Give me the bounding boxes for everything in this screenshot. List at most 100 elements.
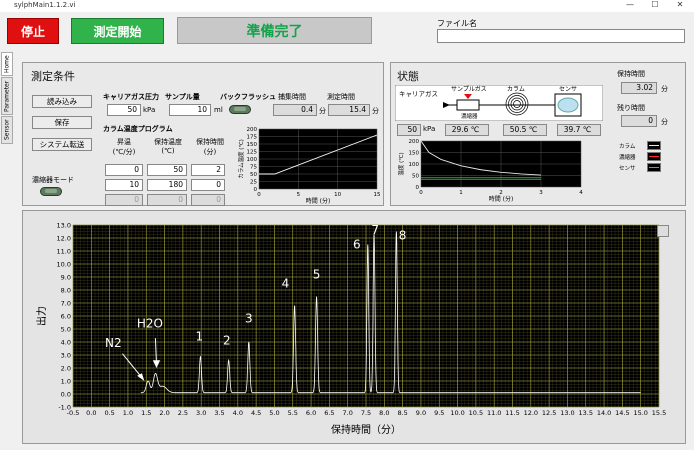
program-temp-2[interactable]: 180 [147,179,187,191]
x-tick-label: 0 [257,192,261,198]
measure-time-value: 15.4 [328,104,370,116]
x-tick-label: 6.0 [306,409,316,417]
status-title: 状態 [397,70,419,83]
status-indicator: 準備完了 [177,17,372,44]
column-program-label: カラム温度プログラム [103,125,173,133]
sample-volume-input[interactable]: 10 [169,104,211,116]
retention-time-value: 3.02 [621,82,657,94]
program-hold-2[interactable]: 0 [191,179,225,191]
start-measurement-button[interactable]: 測定開始 [71,18,164,44]
x-tick-label: 13.5 [579,409,593,417]
carrier-pressure-label: キャリアガス圧力 [103,93,159,101]
x-tick-label: 1.0 [123,409,133,417]
concentrator-temp-readout: 29.6 ℃ [445,124,489,136]
y-tick-label: 0 [416,185,420,191]
program-temp-1[interactable]: 50 [147,164,187,176]
program-rate-2[interactable]: 10 [105,179,143,191]
y-tick-label: 0 [254,187,258,193]
x-tick-label: 3.0 [196,409,206,417]
close-icon[interactable]: ✕ [670,0,690,9]
program-rate-1[interactable]: 0 [105,164,143,176]
x-tick-label: 5.0 [269,409,279,417]
concentrator-label: 濃縮器 [461,114,478,120]
peak-label: 4 [282,276,290,290]
x-tick-label: 0 [419,190,423,196]
y-tick-label: 50 [250,172,257,178]
y-tick-label: 75 [250,165,257,171]
y-axis-label: 出力 [35,306,48,326]
app-window: sylphMain1.1.2.vi — ☐ ✕ 停止 測定開始 準備完了 ファイ… [0,0,694,450]
y-tick-label: 4.0 [61,339,71,347]
x-tick-label: 9.0 [416,409,426,417]
tab-sensor[interactable]: Sensor [1,116,13,144]
y-tick-label: 10.0 [57,261,71,269]
peak-label: 7 [371,223,379,237]
y-tick-label: 5.0 [61,326,71,334]
x-tick-label: 4.5 [251,409,261,417]
tab-parameter[interactable]: Parameter [1,77,13,115]
x-tick-label: 12.0 [524,409,538,417]
file-name-input[interactable] [437,29,685,43]
x-axis-label: 時間 (分) [489,195,514,203]
minimize-icon[interactable]: — [620,0,640,9]
x-tick-label: 5 [297,192,301,198]
program-hold-3[interactable]: 0 [191,194,225,206]
collect-time-unit: 分 [319,107,326,115]
maximize-icon[interactable]: ☐ [645,0,665,9]
x-tick-label: 10.5 [469,409,483,417]
trend-legend: カラム 濃縮器 センサ [617,141,665,179]
peak-label: H2O [137,317,163,331]
x-tick-label: 3 [539,190,543,196]
legend-sensor: センサ [619,166,636,172]
x-tick-label: 11.0 [487,409,501,417]
x-tick-label: 0.5 [104,409,114,417]
y-axis-label: 温度 (℃) [397,152,405,175]
backflush-toggle[interactable] [229,105,251,114]
system-transfer-button[interactable]: システム転送 [32,138,92,151]
retention-time-label: 保持時間 [617,70,645,78]
program-rate-3[interactable]: 0 [105,194,143,206]
remaining-time-label: 残り時間 [617,104,645,112]
column-rate-header: 昇温 (℃/分) [112,138,136,156]
title-bar: sylphMain1.1.2.vi — ☐ ✕ [0,0,694,12]
column-temp-header: 保持温度 (℃) [154,138,182,155]
stop-button[interactable]: 停止 [7,18,59,44]
tab-home[interactable]: Home [1,52,13,76]
load-button[interactable]: 読み込み [32,95,92,108]
peak-label: 6 [353,237,361,251]
x-tick-label: 15 [374,192,381,198]
program-hold-1[interactable]: 2 [191,164,225,176]
x-tick-label: 8.5 [397,409,407,417]
retention-time-unit: 分 [661,85,668,93]
y-tick-label: 25 [250,180,257,186]
y-tick-label: 125 [247,150,258,156]
concentrator-mode-label: 濃縮器モード [32,176,74,184]
legend-swatch-column [647,141,661,150]
legend-swatch-sensor [647,163,661,172]
x-tick-label: 15.5 [652,409,666,417]
x-tick-label: 10.0 [450,409,464,417]
window-title: sylphMain1.1.2.vi [14,1,76,9]
x-tick-label: 3.5 [214,409,224,417]
measurement-conditions-panel: 測定条件 読み込み 保存 システム転送 濃縮器モード キャリアガス圧力 50 k… [22,62,384,206]
x-tick-label: 4 [579,190,583,196]
y-tick-label: 200 [247,127,258,133]
y-tick-label: 3.0 [61,352,71,360]
x-tick-label: 2.0 [159,409,169,417]
legend-column: カラム [619,144,636,150]
sensor-temp-readout: 39.7 ℃ [557,124,601,136]
peak-label: 3 [245,312,253,326]
column-temperature-chart: 0 5 10 150255075100125150175200時間 (分)カラム温度 … [237,127,381,205]
collect-time-value: 0.4 [273,104,317,116]
carrier-pressure-input[interactable]: 50 [107,104,141,116]
x-tick-label: 5.5 [288,409,298,417]
graph-palette-button[interactable] [657,225,669,237]
y-tick-label: 8.0 [61,287,71,295]
x-axis-label: 時間 (分) [306,197,331,205]
chromatogram-panel: -0.5 0.0 0.5 1.0 1.5 2.0 2.5 3.0 3.5 4.0 4.5 5.0 5.5… [22,210,686,444]
program-temp-3[interactable]: 0 [147,194,187,206]
save-button[interactable]: 保存 [32,116,92,129]
status-panel: 状態 キャリアガス サンプルガス 濃縮器 カラム センサ 50 kPa 29.6… [390,62,686,206]
x-tick-label: 10 [334,192,341,198]
concentrator-mode-toggle[interactable] [40,187,62,196]
